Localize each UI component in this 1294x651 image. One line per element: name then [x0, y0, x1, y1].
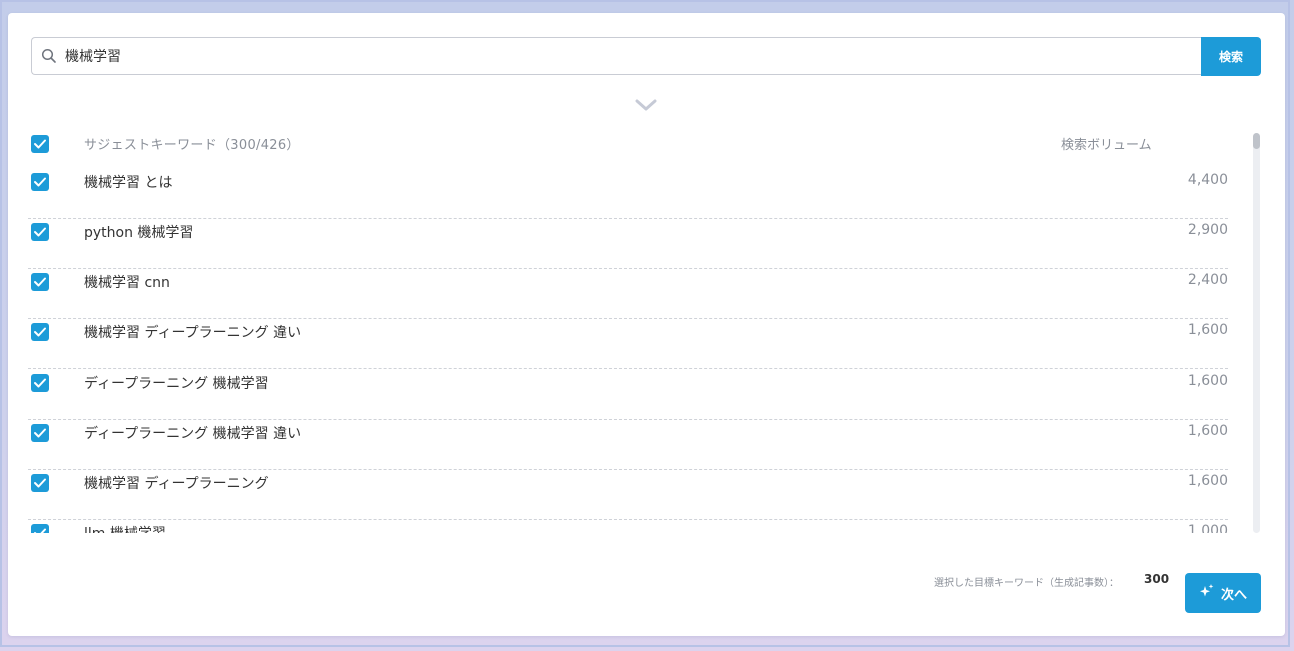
- checkbox-checked-icon: [34, 528, 46, 533]
- row-checkbox[interactable]: [31, 173, 49, 191]
- row-checkbox[interactable]: [31, 524, 49, 533]
- next-button[interactable]: 次へ: [1185, 573, 1261, 613]
- keyword-text: 機械学習 cnn: [84, 275, 170, 291]
- checkbox-checked-icon: [34, 177, 46, 187]
- keyword-text: python 機械学習: [84, 225, 194, 241]
- table-row[interactable]: python 機械学習 2,900: [28, 219, 1228, 269]
- volume-value: 1,600: [1187, 473, 1228, 489]
- table-row[interactable]: ディープラーニング 機械学習 違い 1,600: [28, 420, 1228, 470]
- keyword-panel: 検索 サジェストキーワード（300/426） 検索ボリューム 機械学習 とは 4…: [8, 13, 1285, 636]
- volume-value: 1,600: [1187, 322, 1228, 338]
- row-checkbox[interactable]: [31, 273, 49, 291]
- keyword-text: ディープラーニング 機械学習 違い: [84, 426, 302, 442]
- next-button-label: 次へ: [1220, 587, 1247, 603]
- keyword-text: ディープラーニング 機械学習: [84, 376, 269, 392]
- select-all-checkbox[interactable]: [31, 135, 49, 153]
- row-checkbox[interactable]: [31, 474, 49, 492]
- keyword-text: 機械学習 ディープラーニング: [84, 476, 269, 492]
- volume-value: 2,900: [1187, 222, 1228, 238]
- row-checkbox[interactable]: [31, 223, 49, 241]
- chevron-down-icon[interactable]: [634, 97, 658, 111]
- selected-keywords-label: 選択した目標キーワード（生成記事数）：: [934, 578, 1119, 589]
- checkbox-checked-icon: [34, 327, 46, 337]
- row-checkbox[interactable]: [31, 374, 49, 392]
- list-header-label: サジェストキーワード（300/426）: [84, 138, 300, 153]
- keyword-text: llm 機械学習: [84, 523, 166, 533]
- table-row[interactable]: 機械学習 ディープラーニング 1,600: [28, 470, 1228, 520]
- search-box[interactable]: [31, 37, 1201, 75]
- row-checkbox[interactable]: [31, 424, 49, 442]
- checkbox-checked-icon: [34, 378, 46, 388]
- list-header: サジェストキーワード（300/426） 検索ボリューム: [28, 131, 1250, 155]
- checkbox-checked-icon: [34, 139, 46, 149]
- search-icon: [41, 48, 57, 64]
- checkbox-checked-icon: [34, 478, 46, 488]
- volume-value: 2,400: [1187, 272, 1228, 288]
- search-input[interactable]: [65, 41, 1145, 71]
- table-row[interactable]: ディープラーニング 機械学習 1,600: [28, 370, 1228, 420]
- table-row[interactable]: llm 機械学習 1,000: [28, 520, 1228, 533]
- checkbox-checked-icon: [34, 277, 46, 287]
- volume-header: 検索ボリューム: [1061, 138, 1152, 153]
- search-button[interactable]: 検索: [1201, 37, 1261, 76]
- keyword-list: サジェストキーワード（300/426） 検索ボリューム 機械学習 とは 4,40…: [28, 131, 1250, 533]
- keyword-text: 機械学習 とは: [84, 175, 173, 191]
- list-scrollbar[interactable]: [1253, 133, 1260, 533]
- row-checkbox[interactable]: [31, 323, 49, 341]
- volume-value: 1,000: [1187, 523, 1228, 533]
- table-row[interactable]: 機械学習 cnn 2,400: [28, 269, 1228, 319]
- checkbox-checked-icon: [34, 428, 46, 438]
- keyword-text: 機械学習 ディープラーニング 違い: [84, 325, 302, 341]
- sparkle-icon: [1199, 583, 1215, 603]
- volume-value: 4,400: [1187, 172, 1228, 188]
- checkbox-checked-icon: [34, 227, 46, 237]
- volume-value: 1,600: [1187, 423, 1228, 439]
- selected-keywords-count: 300: [1144, 572, 1170, 586]
- volume-value: 1,600: [1187, 373, 1228, 389]
- scrollbar-thumb[interactable]: [1253, 133, 1260, 149]
- table-row[interactable]: 機械学習 とは 4,400: [28, 169, 1228, 219]
- table-row[interactable]: 機械学習 ディープラーニング 違い 1,600: [28, 319, 1228, 369]
